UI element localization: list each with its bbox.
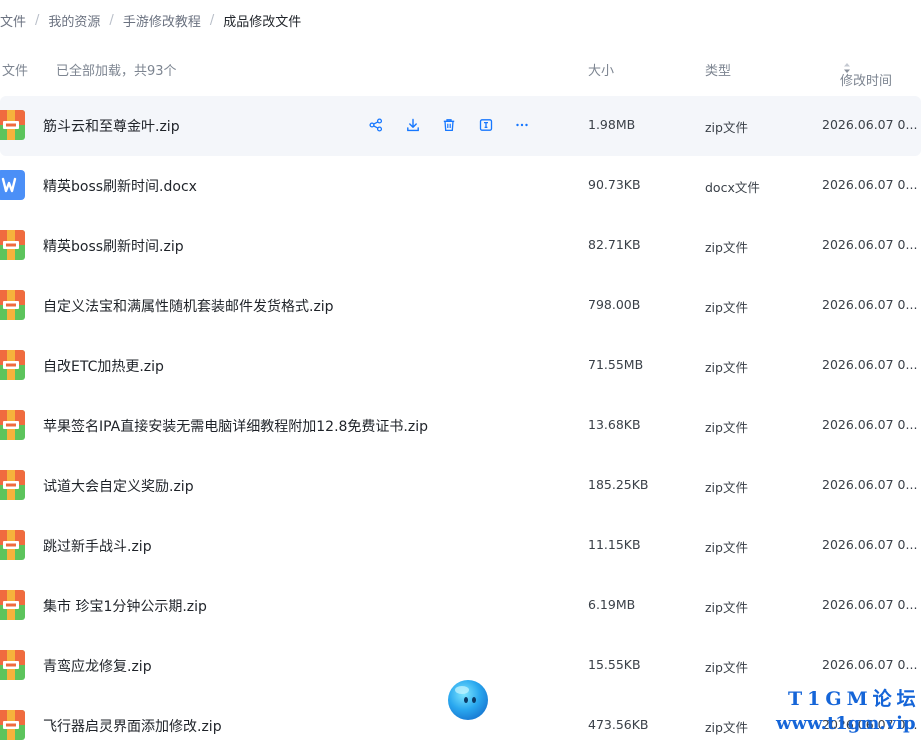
file-row[interactable]: 试道大会自定义奖励.zip 185.25KB zip文件 2026.06.07 0..… [0,456,921,516]
file-type: zip文件 [705,120,748,135]
rename-icon [479,118,493,132]
zip-file-icon [0,230,25,260]
delete-icon [442,118,456,132]
watermark-title: T1GM论坛 [788,688,921,710]
download-icon [406,118,420,132]
file-row[interactable]: 自改ETC加热更.zip 71.55MB zip文件 2026.06.07 0... [0,336,921,396]
file-row[interactable]: 精英boss刷新时间.docx 90.73KB docx文件 2026.06.07 0… [0,156,921,216]
zip-file-icon [0,470,25,500]
file-name[interactable]: 精英boss刷新时间.docx [43,176,197,196]
file-size: 6.19MB [588,597,636,612]
file-row[interactable]: 筋斗云和至尊金叶.zip 1.98MB zip文件 2026.06.07 0... [0,96,921,156]
zip-file-icon [0,410,25,440]
watermark-url: www.t1gm.vip [776,713,916,734]
more-button[interactable] [512,115,532,135]
file-type: zip文件 [705,720,748,735]
file-type: zip文件 [705,420,748,435]
zip-file-icon [0,650,25,680]
file-size: 473.56KB [588,717,649,732]
zip-file-icon [0,710,25,740]
file-name[interactable]: 自定义法宝和满属性随机套装邮件发货格式.zip [43,296,334,316]
file-size: 71.55MB [588,357,644,372]
file-name[interactable]: 精英boss刷新时间.zip [43,236,184,256]
file-type: zip文件 [705,480,748,495]
file-size: 13.68KB [588,417,641,432]
breadcrumb-separator: / [35,12,40,28]
breadcrumb-item-my-resources[interactable]: 我的资源 [48,11,100,30]
breadcrumb-item-files[interactable]: 文件 [0,11,26,30]
zip-file-icon [0,290,25,320]
file-mtime: 2026.06.07 0... [822,297,918,312]
file-row[interactable]: 精英boss刷新时间.zip 82.71KB zip文件 2026.06.07 0..… [0,216,921,276]
file-mtime: 2026.06.07 0... [822,177,918,192]
file-row[interactable]: 跳过新手战斗.zip 11.15KB zip文件 2026.06.07 0... [0,516,921,576]
file-row[interactable]: 集市 珍宝1分钟公示期.zip 6.19MB zip文件 2026.06.07 0..… [0,576,921,636]
breadcrumb-item-mobile-mod-tutorials[interactable]: 手游修改教程 [123,11,201,30]
file-size: 15.55KB [588,657,641,672]
file-mtime: 2026.06.07 0... [822,117,918,132]
file-type: zip文件 [705,540,748,555]
download-button[interactable] [403,115,423,135]
file-type: docx文件 [705,180,760,195]
file-size: 798.00B [588,297,641,312]
file-type: zip文件 [705,240,748,255]
file-size: 82.71KB [588,237,641,252]
file-type: zip文件 [705,600,748,615]
column-header-file[interactable]: 文件 [2,60,28,79]
file-type: zip文件 [705,660,748,675]
column-header-mtime[interactable]: 修改时间 [840,60,892,89]
file-name[interactable]: 青鸾应龙修复.zip [43,656,152,676]
file-size: 90.73KB [588,177,641,192]
file-name[interactable]: 跳过新手战斗.zip [43,536,152,556]
loaded-count-text: 已全部加载，共93个 [56,64,177,79]
file-list-header: 文件 已全部加载，共93个 大小 类型 修改时间 [0,50,921,89]
zip-file-icon [0,350,25,380]
file-type: zip文件 [705,360,748,375]
file-name[interactable]: 试道大会自定义奖励.zip [43,476,194,496]
file-type: zip文件 [705,300,748,315]
column-header-type[interactable]: 类型 [705,60,731,79]
sort-icon[interactable] [843,62,851,74]
row-actions [366,115,549,135]
zip-file-icon [0,590,25,620]
breadcrumb-item-current: 成品修改文件 [223,14,302,30]
file-size: 1.98MB [588,117,636,132]
file-name[interactable]: 集市 珍宝1分钟公示期.zip [43,596,207,616]
file-name[interactable]: 苹果签名IPA直接安装无需电脑详细教程附加12.8免费证书.zip [43,416,428,436]
share-icon [369,118,383,132]
docx-file-icon [0,170,25,200]
zip-file-icon [0,530,25,560]
file-size: 11.15KB [588,537,641,552]
breadcrumb-separator: / [109,12,114,28]
file-list: 筋斗云和至尊金叶.zip 1.98MB zip文件 2026.06.07 0... 精… [0,96,921,740]
mascot-float-icon[interactable] [444,676,492,722]
more-icon [515,118,529,132]
file-mtime: 2026.06.07 0... [822,597,918,612]
file-name[interactable]: 飞行器启灵界面添加修改.zip [43,716,222,736]
file-mtime: 2026.06.07 0... [822,537,918,552]
share-button[interactable] [366,115,386,135]
breadcrumb: 文件 / 我的资源 / 手游修改教程 / 成品修改文件 [0,0,301,40]
file-row[interactable]: 苹果签名IPA直接安装无需电脑详细教程附加12.8免费证书.zip 13.68KB… [0,396,921,456]
breadcrumb-separator: / [209,12,215,28]
delete-button[interactable] [439,115,459,135]
file-mtime: 2026.06.07 0... [822,357,918,372]
column-header-size[interactable]: 大小 [588,60,614,79]
file-row[interactable]: 自定义法宝和满属性随机套装邮件发货格式.zip 798.00B zip文件 2026.… [0,276,921,336]
file-name[interactable]: 筋斗云和至尊金叶.zip [43,116,180,136]
file-name[interactable]: 自改ETC加热更.zip [43,356,164,376]
zip-file-icon [0,110,25,140]
file-size: 185.25KB [588,477,649,492]
file-mtime: 2026.06.07 0... [822,417,918,432]
file-mtime: 2026.06.07 0... [822,477,918,492]
rename-button[interactable] [476,115,496,135]
file-mtime: 2026.06.07 0... [822,237,918,252]
file-mtime: 2026.06.07 0... [822,657,918,672]
